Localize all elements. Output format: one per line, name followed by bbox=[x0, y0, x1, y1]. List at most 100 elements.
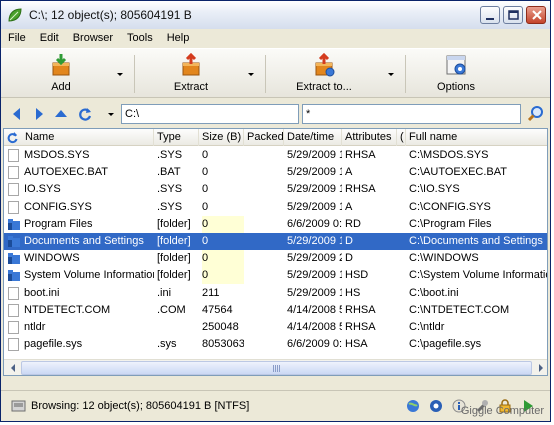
cell-name: AUTOEXEC.BAT bbox=[24, 166, 108, 179]
app-window: C:\; 12 object(s); 805604191 B File Edit… bbox=[0, 0, 551, 422]
column-name[interactable]: Name bbox=[22, 129, 154, 146]
column-datetime[interactable]: Date/time bbox=[284, 129, 342, 146]
cell-type: .SYS bbox=[157, 149, 183, 161]
search-icon[interactable] bbox=[527, 105, 545, 123]
refresh-list-icon[interactable] bbox=[6, 131, 19, 144]
cell-size: 0 bbox=[202, 250, 244, 268]
options-button[interactable]: Options bbox=[431, 49, 481, 99]
cell-size: 47564 bbox=[202, 303, 233, 316]
cell-size: 211 bbox=[202, 286, 220, 299]
folder-icon bbox=[7, 218, 21, 231]
column-attributes[interactable]: Attributes bbox=[342, 129, 397, 146]
add-archive-icon bbox=[49, 53, 73, 77]
column-size[interactable]: Size (B) bbox=[199, 129, 244, 146]
cell-fullname: C:\boot.ini bbox=[409, 286, 459, 299]
cell-fullname: C:\NTDETECT.COM bbox=[409, 303, 510, 316]
cell-type: [folder] bbox=[157, 252, 191, 265]
table-row[interactable]: ntldr 250048 4/14/2008 5 RHSA C:\ntldr bbox=[4, 319, 547, 336]
history-dropdown-icon[interactable] bbox=[103, 106, 119, 122]
cell-attributes: A bbox=[345, 166, 353, 179]
extract-label: Extract bbox=[173, 81, 209, 93]
table-row[interactable]: IO.SYS .SYS 0 5/29/2009 1 RHSA C:\IO.SYS bbox=[4, 181, 547, 198]
menu-help[interactable]: Help bbox=[160, 32, 197, 44]
extract-to-dropdown-arrow[interactable] bbox=[387, 72, 395, 78]
cell-attributes: D bbox=[345, 252, 353, 265]
web-globe-icon[interactable] bbox=[406, 399, 420, 413]
scrollbar-thumb[interactable] bbox=[21, 361, 532, 375]
folder-icon bbox=[7, 269, 21, 282]
menu-browser[interactable]: Browser bbox=[66, 32, 120, 44]
cell-datetime: 5/29/2009 1 bbox=[287, 166, 342, 179]
table-row[interactable]: pagefile.sys .sys 80530636 6/6/2009 0:HSA C:… bbox=[4, 336, 547, 353]
cell-attributes: HSD bbox=[345, 269, 369, 282]
cell-name: pagefile.sys bbox=[24, 338, 83, 351]
column-packed[interactable]: Packed bbox=[244, 129, 284, 146]
close-button[interactable] bbox=[526, 6, 546, 24]
cell-name: Program Files bbox=[24, 217, 93, 230]
file-list[interactable]: Name Type Size (B) Packed Date/time Attr… bbox=[3, 128, 548, 376]
cell-attributes: HS bbox=[345, 286, 361, 299]
cell-type: [folder] bbox=[157, 217, 191, 230]
minimize-button[interactable] bbox=[480, 6, 500, 24]
cell-fullname: C:\Program Files bbox=[409, 217, 492, 230]
cell-type: .SYS bbox=[157, 200, 183, 213]
table-row[interactable]: System Volume Information [folder] 0 5/29/2… bbox=[4, 267, 548, 285]
cell-datetime: 6/6/2009 0: bbox=[287, 217, 342, 230]
horizontal-scrollbar[interactable] bbox=[4, 359, 547, 375]
extract-to-icon bbox=[312, 52, 336, 77]
table-row[interactable]: Documents and Settings [folder] 0 5/29/2009… bbox=[4, 233, 547, 250]
menu-bar: File Edit Browser Tools Help bbox=[1, 29, 550, 47]
column-extra[interactable]: ( bbox=[397, 129, 406, 146]
cell-datetime: 5/29/2009 1 bbox=[287, 149, 342, 161]
menu-edit[interactable]: Edit bbox=[33, 32, 66, 44]
cell-size: 0 bbox=[202, 183, 209, 196]
extract-to-label: Extract to... bbox=[296, 81, 352, 93]
menu-tools[interactable]: Tools bbox=[120, 32, 160, 44]
refresh-icon[interactable] bbox=[77, 106, 93, 122]
watermark-text: Giggle Computer bbox=[460, 405, 544, 417]
scroll-left-arrow-icon[interactable] bbox=[5, 361, 21, 375]
cell-fullname: C:\ntldr bbox=[409, 321, 445, 333]
back-arrow-icon[interactable] bbox=[9, 106, 25, 122]
status-bar: Browsing: 12 object(s); 805604191 B [NTF… bbox=[1, 390, 550, 421]
cell-attributes: D bbox=[345, 235, 353, 247]
extract-to-button[interactable]: Extract to... bbox=[289, 49, 359, 99]
cell-fullname: C:\System Volume Information bbox=[409, 269, 548, 282]
table-row[interactable]: NTDETECT.COM .COM 47564 4/14/2008 5 RHSA C:\N… bbox=[4, 302, 547, 319]
title-bar[interactable]: C:\; 12 object(s); 805604191 B bbox=[1, 1, 550, 29]
file-icon bbox=[8, 166, 19, 180]
extract-dropdown-arrow[interactable] bbox=[247, 72, 255, 78]
cell-datetime: 5/29/2009 1 bbox=[287, 286, 342, 299]
path-input[interactable] bbox=[121, 104, 299, 124]
add-dropdown-arrow[interactable] bbox=[116, 72, 124, 78]
cell-size: 0 bbox=[202, 149, 209, 161]
filter-input[interactable] bbox=[302, 104, 521, 124]
cell-name: CONFIG.SYS bbox=[24, 200, 92, 213]
cell-type bbox=[157, 319, 199, 336]
cell-datetime: 4/14/2008 5 bbox=[287, 321, 342, 333]
cell-datetime: 5/29/2009 1 bbox=[287, 235, 342, 247]
file-icon bbox=[8, 183, 19, 197]
table-row[interactable]: WINDOWS [folder] 0 5/29/2009 2 D C:\WINDOWS bbox=[4, 250, 547, 268]
file-icon bbox=[8, 286, 19, 300]
cell-type: .COM bbox=[157, 303, 186, 316]
menu-file[interactable]: File bbox=[1, 32, 33, 44]
column-fullname[interactable]: Full name bbox=[406, 129, 547, 146]
cell-fullname: C:\Documents and Settings bbox=[409, 235, 543, 247]
table-row[interactable]: boot.ini .ini 211 5/29/2009 1 HS C:\boot.ini bbox=[4, 285, 547, 302]
cell-attributes: RHSA bbox=[345, 183, 376, 196]
table-row[interactable]: Program Files [folder] 0 6/6/2009 0: RD C:\Pr… bbox=[4, 215, 547, 233]
table-row[interactable]: CONFIG.SYS .SYS 0 5/29/2009 1 A C:\CONFIG.SYS bbox=[4, 199, 547, 216]
column-type[interactable]: Type bbox=[154, 129, 199, 146]
table-row[interactable]: AUTOEXEC.BAT .BAT 0 5/29/2009 1 A C:\AUTOEXEC… bbox=[4, 164, 547, 181]
network-globe-icon[interactable] bbox=[429, 399, 443, 413]
cell-name: ntldr bbox=[24, 321, 46, 333]
cell-size: 0 bbox=[202, 215, 244, 233]
scroll-right-arrow-icon[interactable] bbox=[533, 361, 547, 375]
forward-arrow-icon[interactable] bbox=[31, 106, 47, 122]
up-folder-icon[interactable] bbox=[53, 106, 69, 122]
extract-button[interactable]: Extract bbox=[166, 49, 216, 99]
add-button[interactable]: Add bbox=[41, 49, 81, 99]
table-row[interactable]: MSDOS.SYS .SYS 0 5/29/2009 1 RHSA C:\MSDOS.SY… bbox=[4, 147, 547, 164]
maximize-button[interactable] bbox=[503, 6, 523, 24]
